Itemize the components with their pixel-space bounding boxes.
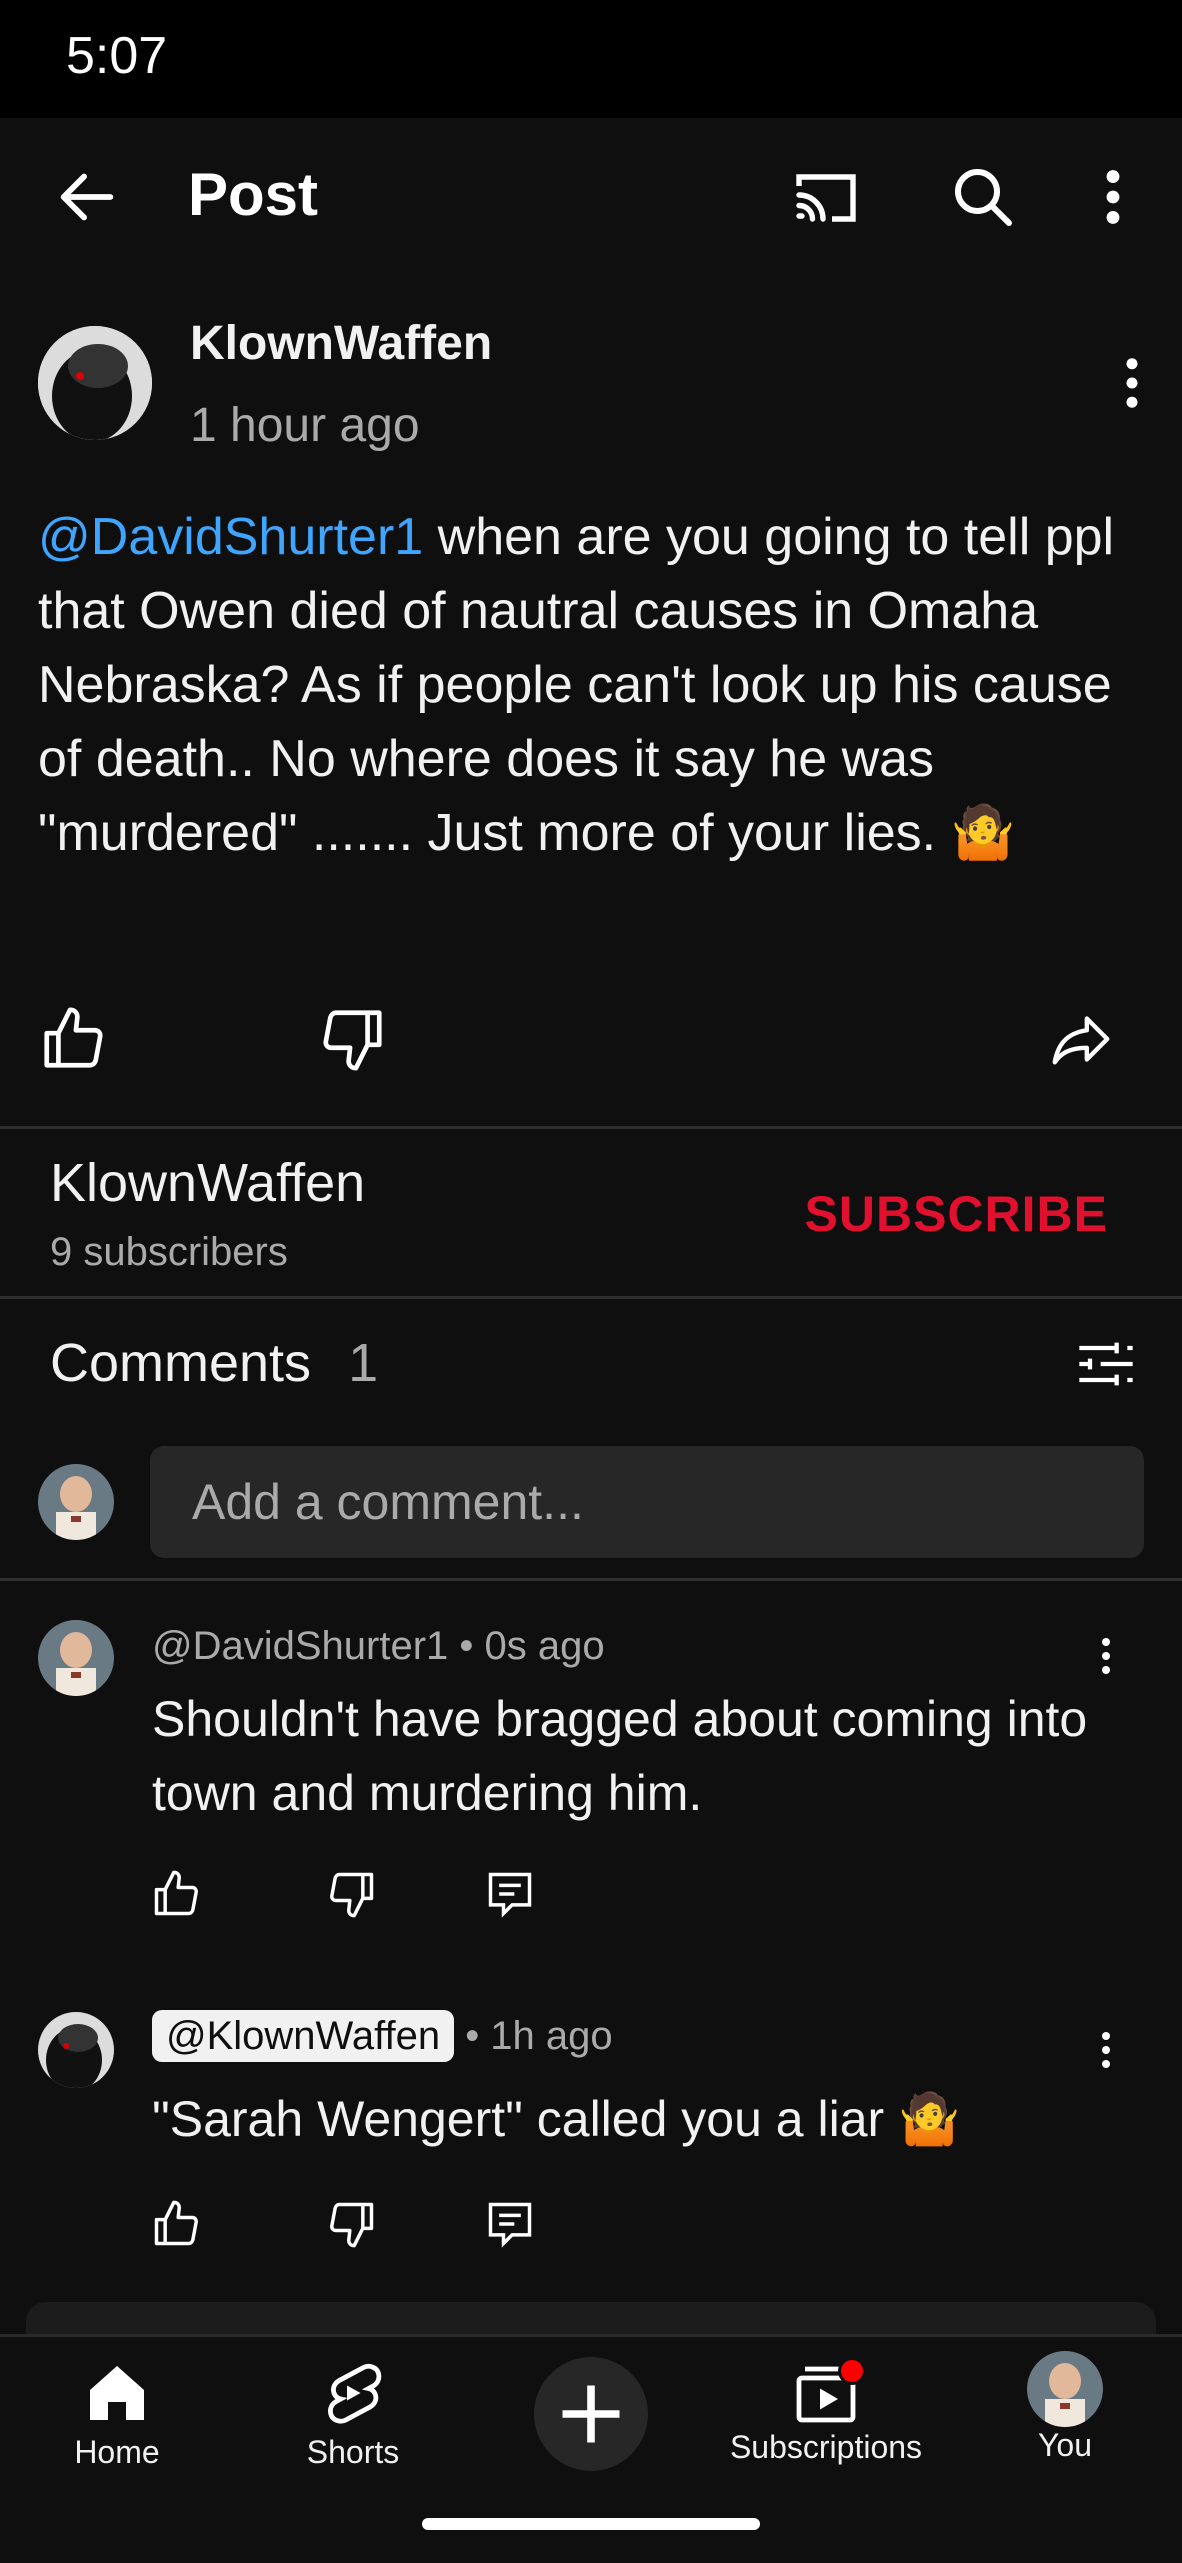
comments-label: Comments [50, 1333, 312, 1393]
back-arrow-icon[interactable] [52, 162, 122, 232]
nav-you[interactable]: You [1010, 2351, 1120, 2464]
comment-author[interactable]: @DavidShurter1 [152, 1624, 448, 1668]
comment-time: • 0s ago [459, 1624, 605, 1668]
comment-meta: @KlownWaffen • 1h ago [152, 2010, 613, 2062]
divider [0, 1296, 1182, 1299]
comment-like-icon[interactable] [150, 2198, 202, 2250]
nav-shorts-label: Shorts [306, 2434, 400, 2470]
home-indicator [422, 2518, 760, 2530]
comment-like-icon[interactable] [150, 1868, 202, 1920]
comment-avatar[interactable] [38, 2012, 114, 2088]
you-avatar [1027, 2351, 1103, 2427]
comment-meta: @DavidShurter1 • 0s ago [152, 1624, 605, 1669]
dislike-icon[interactable] [318, 1004, 388, 1074]
creator-badge[interactable]: @KlownWaffen [152, 2010, 455, 2062]
cast-icon[interactable] [790, 162, 862, 234]
comment-text: Shouldn't have bragged about coming into… [152, 1691, 1088, 1821]
channel-name[interactable]: KlownWaffen [50, 1152, 365, 1214]
more-vert-icon[interactable] [1092, 162, 1134, 232]
user-avatar [38, 1464, 114, 1540]
home-icon [90, 2366, 144, 2420]
nav-home[interactable]: Home [62, 2357, 172, 2471]
nav-shorts[interactable]: Shorts [298, 2357, 408, 2471]
divider [0, 1578, 1182, 1581]
notification-dot [838, 2357, 866, 2385]
post-author-avatar[interactable] [38, 326, 152, 440]
subscriber-count: 9 subscribers [50, 1230, 288, 1274]
comments-count: 1 [348, 1333, 379, 1393]
divider [0, 1126, 1182, 1129]
comment-dislike-icon[interactable] [326, 1868, 378, 1920]
reply-icon[interactable] [484, 1868, 536, 1920]
comment-dislike-icon[interactable] [326, 2198, 378, 2250]
nav-subscriptions-label: Subscriptions [729, 2429, 923, 2465]
comment-more-icon[interactable] [1094, 2024, 1118, 2076]
nav-subscriptions[interactable]: Subscriptions [726, 2357, 926, 2466]
nav-home-label: Home [74, 2434, 160, 2470]
comment-more-icon[interactable] [1094, 1630, 1118, 1682]
comment-text: "Sarah Wengert" called you a liar 🤷 [152, 2091, 961, 2147]
post-author-name[interactable]: KlownWaffen [190, 316, 492, 371]
subscribe-button[interactable]: SUBSCRIBE [805, 1185, 1108, 1243]
nav-you-label: You [1038, 2427, 1092, 2463]
plus-icon [562, 2385, 620, 2443]
comment-time: • 1h ago [465, 2014, 613, 2058]
search-icon[interactable] [946, 160, 1018, 232]
status-time: 5:07 [66, 27, 168, 85]
app-bar: Post [0, 118, 1182, 278]
like-icon[interactable] [38, 1004, 108, 1074]
create-button[interactable] [534, 2357, 648, 2471]
post-more-icon[interactable] [1114, 350, 1150, 416]
comment-avatar[interactable] [38, 1620, 114, 1696]
comments-header: Comments 1 [50, 1332, 378, 1394]
shorts-icon [328, 2363, 382, 2424]
share-icon[interactable] [1046, 1004, 1116, 1074]
add-comment-field[interactable] [150, 1446, 1144, 1558]
post-body: @DavidShurter1 when are you going to tel… [38, 500, 1148, 870]
page-title: Post [188, 161, 319, 228]
status-bar: 5:07 [0, 0, 1182, 118]
sort-filter-icon[interactable] [1074, 1332, 1138, 1396]
mention-link[interactable]: @DavidShurter1 [38, 508, 423, 566]
add-comment-input[interactable] [190, 1472, 1094, 1532]
post-time: 1 hour ago [190, 399, 420, 452]
reply-icon[interactable] [484, 2198, 536, 2250]
